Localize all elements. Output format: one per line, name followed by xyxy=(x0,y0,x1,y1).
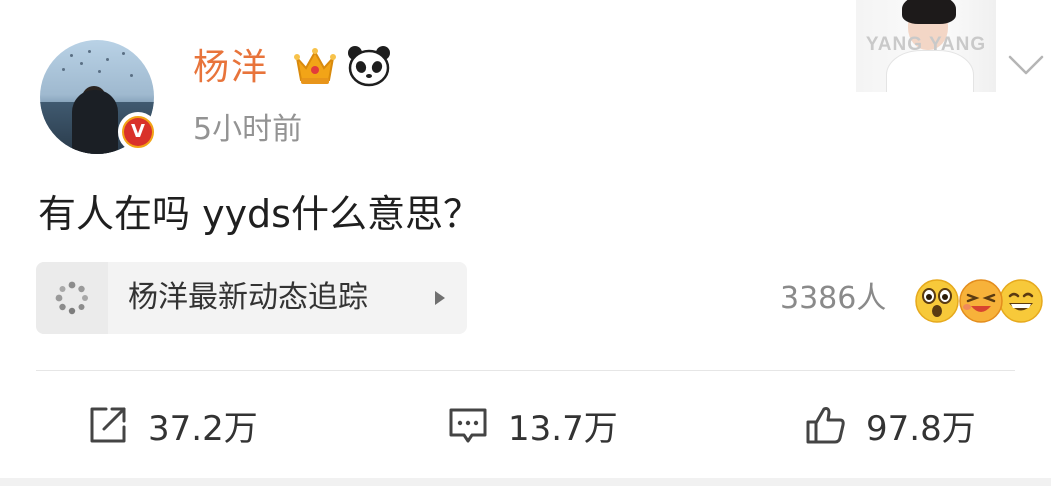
divider xyxy=(36,370,1015,371)
header-card-hair xyxy=(902,0,956,24)
laugh-emoji-icon xyxy=(959,279,1003,323)
username[interactable]: 杨洋 xyxy=(193,42,269,94)
topic-icon-box xyxy=(36,262,108,334)
header-card-shirt xyxy=(886,50,974,92)
repost-icon xyxy=(90,407,126,443)
like-button[interactable]: 97.8万 xyxy=(804,396,976,454)
comment-button[interactable]: 13.7万 xyxy=(446,396,618,454)
play-arrow-icon xyxy=(435,291,445,305)
thumbs-up-icon xyxy=(806,407,845,444)
grin-emoji-icon xyxy=(999,279,1043,323)
weibo-post: V 杨洋 5小时前 YANG YANG 有人在吗 yyds什么意思？ 杨洋最新动… xyxy=(0,0,1051,486)
comment-count: 13.7万 xyxy=(508,408,618,449)
topic-card[interactable]: 杨洋最新动态追踪 xyxy=(36,262,467,334)
repost-count: 37.2万 xyxy=(148,408,258,449)
reaction-count[interactable]: 3386人 xyxy=(780,276,886,322)
chevron-down-icon[interactable] xyxy=(1006,52,1046,78)
repost-button[interactable]: 37.2万 xyxy=(86,396,258,454)
bottom-separator xyxy=(0,478,1051,486)
post-text: 有人在吗 yyds什么意思？ xyxy=(38,192,481,236)
verified-badge-letter: V xyxy=(124,118,152,146)
comment-icon xyxy=(449,408,487,443)
header-card-watermark: YANG YANG xyxy=(865,34,987,55)
header-card-image[interactable]: YANG YANG xyxy=(856,0,996,92)
avatar-person xyxy=(72,90,118,154)
crown-icon xyxy=(294,48,336,84)
loading-spinner-icon xyxy=(55,281,88,315)
verified-badge-icon: V xyxy=(118,112,158,152)
topic-label: 杨洋最新动态追踪 xyxy=(128,280,368,315)
like-count: 97.8万 xyxy=(866,408,976,449)
wow-emoji-icon xyxy=(915,279,959,323)
panda-icon xyxy=(348,46,390,87)
post-timestamp: 5小时前 xyxy=(193,112,303,147)
